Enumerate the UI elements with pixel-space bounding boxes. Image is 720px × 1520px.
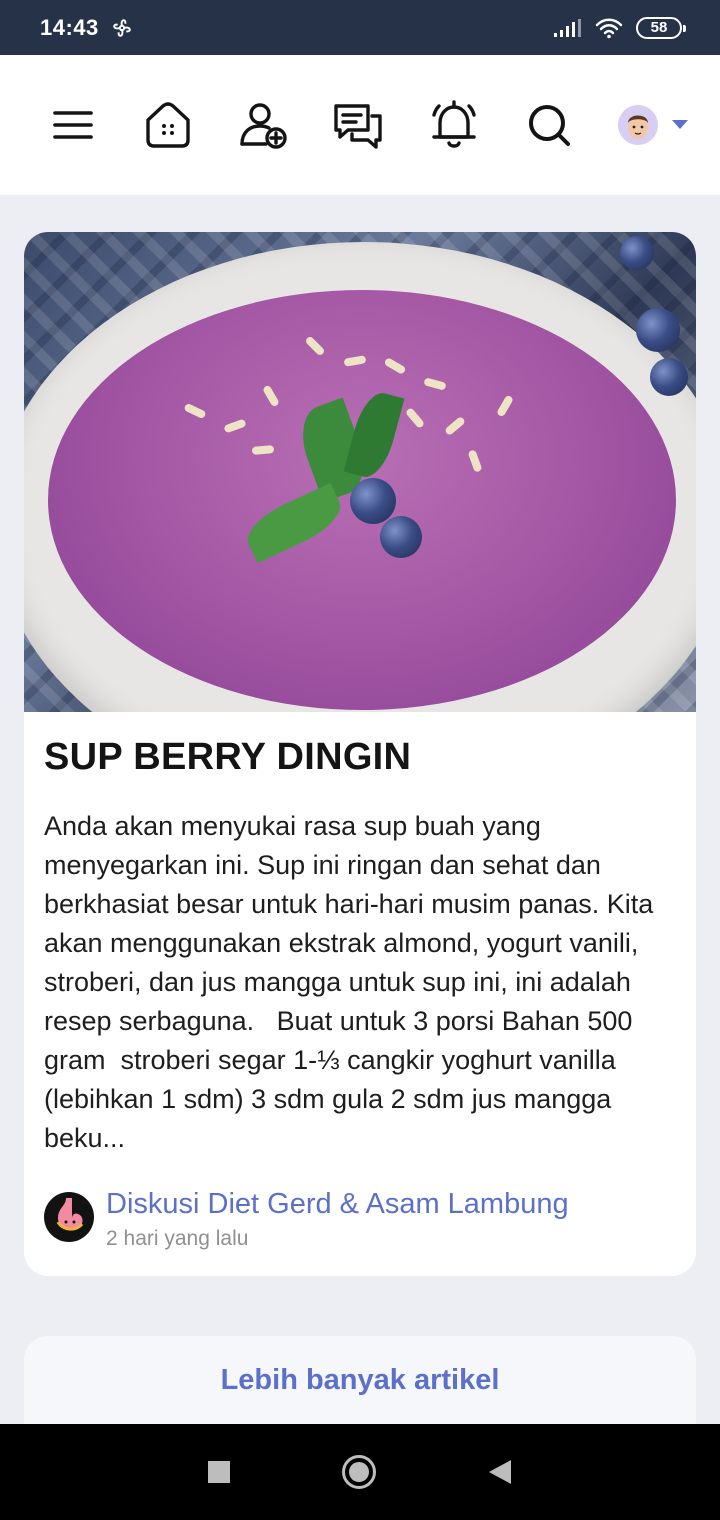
- back-icon[interactable]: [487, 1458, 513, 1486]
- post-timestamp: 2 hari yang lalu: [106, 1227, 249, 1250]
- recent-apps-icon[interactable]: [207, 1460, 231, 1484]
- chat-icon: [334, 104, 383, 149]
- stomach-logo-icon: [56, 1198, 84, 1231]
- home-icon: [146, 102, 190, 148]
- top-navigation: [0, 55, 720, 195]
- home-button[interactable]: [143, 99, 194, 151]
- user-avatar-icon: [628, 115, 648, 139]
- article-excerpt: Anda akan menyukai rasa sup buah yang me…: [44, 811, 661, 1153]
- notifications-button[interactable]: [428, 99, 479, 151]
- status-bar: 14:43 58: [0, 0, 720, 55]
- article-body: SUP BERRY DINGIN Anda akan menyukai rasa…: [24, 712, 696, 1251]
- battery-indicator: 58: [636, 16, 686, 39]
- article-card[interactable]: SUP BERRY DINGIN Anda akan menyukai rasa…: [24, 232, 696, 1276]
- messages-button[interactable]: [332, 99, 384, 151]
- article-source: Diskusi Diet Gerd & Asam Lambung 2 hari …: [44, 1188, 676, 1251]
- fan-icon: [113, 18, 131, 37]
- add-friend-icon: [240, 103, 287, 149]
- signal-icon: [554, 18, 581, 37]
- more-articles-button[interactable]: Lebih banyak artikel: [24, 1336, 696, 1424]
- system-navigation-bar: [0, 1424, 720, 1520]
- search-icon: [528, 105, 570, 146]
- menu-button[interactable]: [48, 99, 99, 151]
- article-image[interactable]: [24, 232, 696, 712]
- add-friend-button[interactable]: [238, 99, 289, 151]
- home-system-icon[interactable]: [341, 1454, 377, 1490]
- status-time: 14:43: [40, 14, 99, 40]
- bell-icon: [432, 100, 476, 148]
- group-avatar[interactable]: [44, 1192, 94, 1242]
- menu-icon: [53, 111, 94, 139]
- avatar[interactable]: [618, 105, 658, 145]
- source-group-link[interactable]: Diskusi Diet Gerd & Asam Lambung: [106, 1188, 569, 1221]
- article-title[interactable]: SUP BERRY DINGIN: [44, 736, 676, 779]
- wifi-icon: [595, 18, 623, 38]
- source-text: Diskusi Diet Gerd & Asam Lambung 2 hari …: [106, 1188, 569, 1251]
- status-indicators: 58: [552, 16, 686, 39]
- search-button[interactable]: [523, 99, 574, 151]
- battery-level: 58: [650, 19, 668, 36]
- profile-menu[interactable]: [618, 105, 688, 145]
- chevron-down-icon[interactable]: [672, 120, 688, 130]
